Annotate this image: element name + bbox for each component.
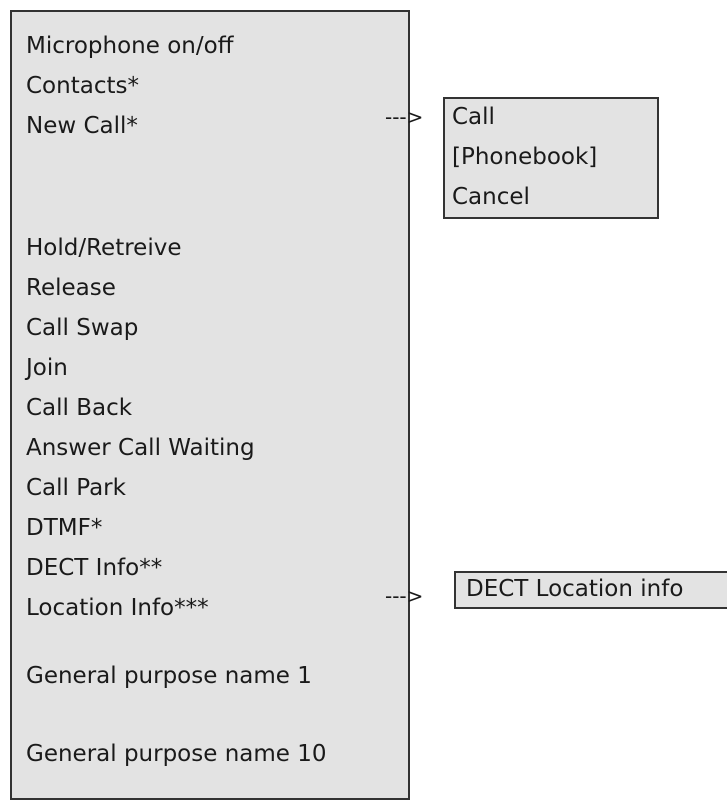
location-info-arrow: --->	[385, 584, 424, 608]
menu-item-answer-call-waiting[interactable]: Answer Call Waiting	[26, 428, 255, 468]
menu-item-general-purpose-10[interactable]: General purpose name 10	[26, 734, 327, 774]
new-call-submenu-box: Call [Phonebook] Cancel	[443, 97, 659, 219]
menu-item-dect-info[interactable]: DECT Info**	[26, 548, 162, 588]
menu-item-release[interactable]: Release	[26, 268, 116, 308]
location-submenu-box: DECT Location info	[454, 571, 727, 609]
menu-item-call-swap[interactable]: Call Swap	[26, 308, 138, 348]
menu-item-contacts[interactable]: Contacts*	[26, 66, 139, 106]
menu-item-location-info[interactable]: Location Info***	[26, 588, 209, 628]
main-menu-box: Microphone on/off Contacts* New Call* Ho…	[10, 10, 410, 800]
menu-item-dtmf[interactable]: DTMF*	[26, 508, 102, 548]
menu-item-microphone[interactable]: Microphone on/off	[26, 26, 234, 66]
new-call-arrow: --->	[385, 105, 424, 129]
menu-item-call-back[interactable]: Call Back	[26, 388, 132, 428]
submenu-item-cancel[interactable]: Cancel	[452, 177, 530, 217]
menu-item-join[interactable]: Join	[26, 348, 68, 388]
menu-item-general-purpose-1[interactable]: General purpose name 1	[26, 656, 312, 696]
menu-item-call-park[interactable]: Call Park	[26, 468, 126, 508]
menu-item-hold-retreive[interactable]: Hold/Retreive	[26, 228, 181, 268]
submenu-item-dect-location-info[interactable]: DECT Location info	[466, 569, 683, 609]
menu-item-new-call[interactable]: New Call*	[26, 106, 138, 146]
submenu-item-phonebook[interactable]: [Phonebook]	[452, 137, 597, 177]
submenu-item-call[interactable]: Call	[452, 97, 495, 137]
